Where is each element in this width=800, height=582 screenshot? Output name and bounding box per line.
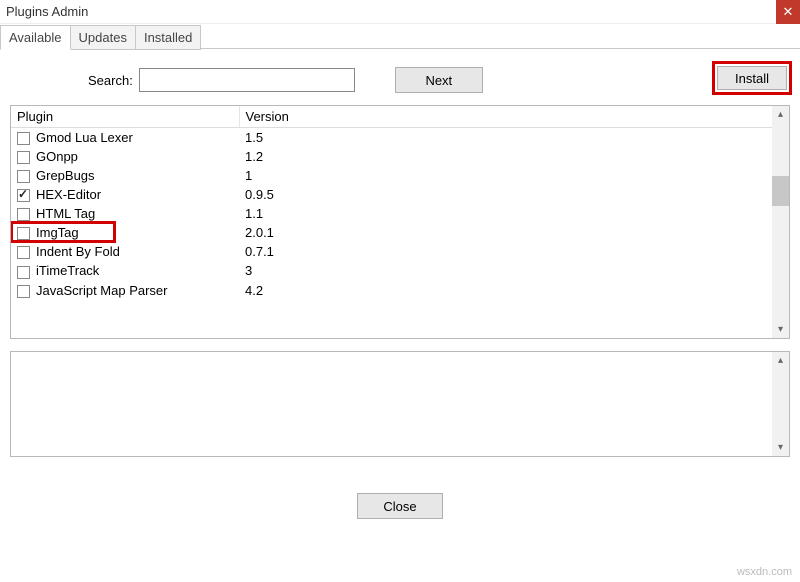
plugin-version: 1.2	[239, 147, 789, 166]
plugin-version: 2.0.1	[239, 223, 789, 242]
description-scrollbar[interactable]: ▴ ▾	[772, 352, 789, 456]
plugin-checkbox[interactable]	[17, 227, 30, 240]
window-title: Plugins Admin	[0, 4, 88, 19]
table-row[interactable]: iTimeTrack 3	[11, 261, 789, 280]
search-input[interactable]	[139, 68, 355, 92]
plugin-checkbox[interactable]	[17, 170, 30, 183]
window-close-button[interactable]: ✕	[776, 0, 800, 24]
plugin-version: 1.5	[239, 128, 789, 148]
plugin-list: Plugin Version Gmod Lua Lexer 1.5 GOnpp 1.2…	[10, 105, 790, 339]
plugin-name: JavaScript Map Parser	[36, 283, 168, 298]
scroll-up-icon[interactable]: ▴	[772, 106, 789, 123]
plugin-name: iTimeTrack	[36, 263, 99, 278]
table-row[interactable]: Indent By Fold 0.7.1	[11, 242, 789, 261]
install-button[interactable]: Install	[717, 66, 787, 90]
column-version[interactable]: Version	[239, 106, 789, 128]
scroll-down-icon[interactable]: ▾	[772, 321, 789, 338]
plugin-table: Plugin Version Gmod Lua Lexer 1.5 GOnpp 1.2…	[11, 106, 789, 300]
scroll-down-icon[interactable]: ▾	[772, 439, 789, 456]
plugin-checkbox[interactable]	[17, 151, 30, 164]
plugin-version: 1	[239, 166, 789, 185]
table-row[interactable]: HTML Tag 1.1	[11, 204, 789, 223]
close-icon: ✕	[783, 5, 794, 18]
plugin-checkbox[interactable]	[17, 132, 30, 145]
scroll-up-icon[interactable]: ▴	[772, 352, 789, 369]
install-highlight: Install	[712, 61, 792, 95]
tab-available[interactable]: Available	[0, 25, 71, 50]
titlebar: Plugins Admin ✕	[0, 0, 800, 24]
plugin-name: GrepBugs	[36, 168, 95, 183]
plugin-name: HTML Tag	[36, 206, 95, 221]
plugin-name: Gmod Lua Lexer	[36, 130, 133, 145]
next-button[interactable]: Next	[395, 67, 483, 93]
plugin-version: 3	[239, 261, 789, 280]
search-label: Search:	[88, 73, 133, 88]
scroll-thumb[interactable]	[772, 176, 789, 206]
table-row[interactable]: ImgTag 2.0.1	[11, 223, 789, 242]
plugin-name: Indent By Fold	[36, 244, 120, 259]
plugin-checkbox[interactable]	[17, 208, 30, 221]
plugin-version: 0.7.1	[239, 242, 789, 261]
plugin-version: 4.2	[239, 281, 789, 300]
plugin-name: ImgTag	[36, 225, 79, 240]
plugins-admin-window: Plugins Admin ✕ Available Updates Instal…	[0, 0, 800, 582]
search-row: Search: Next Install	[0, 49, 800, 105]
plugin-version: 0.9.5	[239, 185, 789, 204]
column-plugin[interactable]: Plugin	[11, 106, 239, 128]
tab-installed[interactable]: Installed	[136, 25, 201, 50]
table-row[interactable]: GrepBugs 1	[11, 166, 789, 185]
plugin-name: HEX-Editor	[36, 187, 101, 202]
plugin-checkbox[interactable]	[17, 285, 30, 298]
plugin-checkbox[interactable]	[17, 189, 30, 202]
table-row[interactable]: HEX-Editor 0.9.5	[11, 185, 789, 204]
table-row[interactable]: JavaScript Map Parser 4.2	[11, 281, 789, 300]
table-row[interactable]: Gmod Lua Lexer 1.5	[11, 128, 789, 148]
watermark: wsxdn.com	[737, 566, 792, 578]
plugin-version: 1.1	[239, 204, 789, 223]
plugin-name: GOnpp	[36, 149, 78, 164]
close-row: Close	[0, 493, 800, 519]
tabstrip: Available Updates Installed	[0, 24, 800, 49]
plugin-checkbox[interactable]	[17, 246, 30, 259]
close-button[interactable]: Close	[357, 493, 443, 519]
plugin-checkbox[interactable]	[17, 266, 30, 279]
plugin-scrollbar[interactable]: ▴ ▾	[772, 106, 789, 338]
table-row[interactable]: GOnpp 1.2	[11, 147, 789, 166]
description-box: ▴ ▾	[10, 351, 790, 457]
tab-updates[interactable]: Updates	[71, 25, 136, 50]
